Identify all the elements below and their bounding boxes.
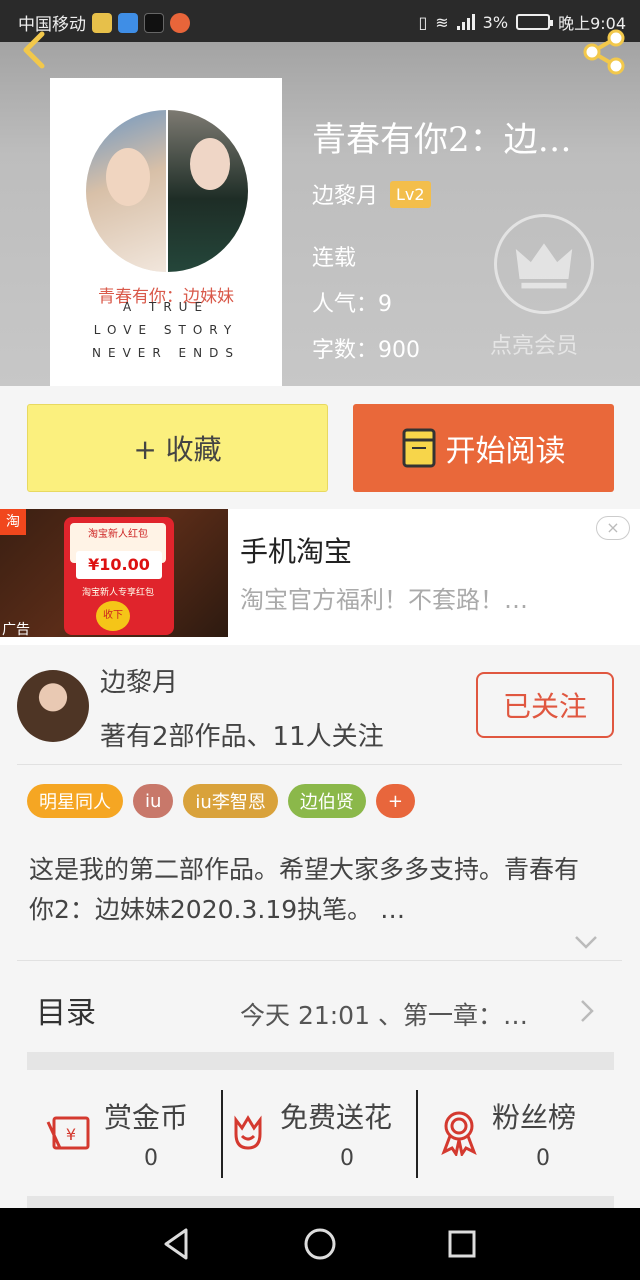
ad-envelope-subtext: 淘宝新人专享红包 <box>81 588 154 598</box>
ad-description[interactable]: 淘宝官方福利！不套路！… <box>240 580 528 615</box>
toc-label[interactable]: 目录 <box>36 988 96 1032</box>
reward-coins-item[interactable]: ¥ 赏金币 0 <box>40 1090 220 1180</box>
divider <box>221 1090 223 1178</box>
cover-tagline: LOVE STORY <box>93 323 239 337</box>
divider <box>17 960 622 961</box>
latest-chapter[interactable]: 今天 21:01 、第一章：… <box>240 996 528 1032</box>
tag-chip[interactable]: iu <box>133 784 174 818</box>
stat-label: 免费送花 <box>280 1101 393 1134</box>
book-title: 青春有你2：边… <box>312 120 572 160</box>
collect-button[interactable]: + 收藏 <box>27 404 328 492</box>
stat-value: 0 <box>144 1146 158 1171</box>
app-notification-icon <box>92 12 112 33</box>
send-flower-item[interactable]: 免费送花 0 <box>226 1090 416 1180</box>
popularity: 人气：9 <box>312 292 392 317</box>
divider <box>416 1090 418 1178</box>
taobao-icon: 淘 <box>0 509 26 535</box>
svg-text:¥: ¥ <box>66 1125 76 1144</box>
app-notification-icon <box>170 12 190 33</box>
ad-label: 广告 <box>2 622 30 637</box>
tag-chip[interactable]: 边伯贤 <box>287 784 366 818</box>
cover-tagline: NEVER ENDS <box>92 346 240 360</box>
tag-list: 明星同人 iu iu李智恩 边伯贤 + <box>27 784 415 818</box>
vip-label[interactable]: 点亮会员 <box>490 328 578 360</box>
battery-icon <box>516 14 554 30</box>
ad-title[interactable]: 手机淘宝 <box>240 530 352 570</box>
status-bar: 中国移动 ▯ ≋ 3% 晚上9:04 <box>0 0 640 42</box>
follow-button[interactable]: 已关注 <box>476 672 614 738</box>
back-arrow-icon[interactable] <box>16 30 56 70</box>
stat-label: 赏金币 <box>104 1101 189 1134</box>
level-badge: Lv2 <box>390 180 431 208</box>
stat-value: 0 <box>340 1146 354 1171</box>
divider <box>17 764 622 765</box>
stat-value: 0 <box>536 1146 550 1171</box>
tag-chip[interactable]: iu李智恩 <box>183 784 278 818</box>
fan-ranking-item[interactable]: 粉丝榜 0 <box>420 1090 620 1180</box>
coin-envelope-icon: ¥ <box>46 1116 90 1150</box>
nav-back-icon[interactable] <box>160 1226 196 1262</box>
network-speed: 3% <box>482 12 509 32</box>
author-avatar[interactable] <box>17 670 89 742</box>
tag-chip[interactable]: 明星同人 <box>27 784 123 818</box>
book-description[interactable]: 这是我的第二部作品。希望大家多多支持。青春有你2：边妹妹2020.3.19执笔。… <box>29 850 599 930</box>
flower-icon <box>234 1115 262 1150</box>
word-count: 字数：900 <box>312 338 420 363</box>
author-card-name[interactable]: 边黎月 <box>100 662 178 699</box>
system-nav-bar <box>0 1208 640 1280</box>
author-name[interactable]: 边黎月 <box>312 178 378 210</box>
serial-status: 连载 <box>312 246 357 271</box>
start-reading-button[interactable]: 开始阅读 <box>353 404 614 492</box>
medal-icon <box>441 1111 477 1156</box>
ad-close-button[interactable]: × <box>596 516 630 540</box>
book-cover[interactable]: 青春有你：边妹妹 A TRUE LOVE STORY NEVER ENDS <box>50 78 282 386</box>
chevron-down-icon[interactable] <box>574 934 598 950</box>
cover-tagline: A TRUE <box>122 300 210 314</box>
book-header: 中国移动 ▯ ≋ 3% 晚上9:04 青春有你：边妹妹 A TRUE LOVE … <box>0 0 640 386</box>
signal-icon <box>456 14 475 30</box>
chevron-right-icon[interactable] <box>578 998 596 1024</box>
app-notification-icon <box>118 12 138 33</box>
section-divider <box>27 1052 614 1070</box>
nav-home-icon[interactable] <box>302 1226 338 1262</box>
start-reading-label: 开始阅读 <box>445 434 566 469</box>
stat-label: 粉丝榜 <box>492 1101 577 1134</box>
share-icon[interactable] <box>580 28 628 76</box>
section-divider <box>27 1196 614 1208</box>
vibrate-icon: ▯ <box>418 12 428 32</box>
author-card-meta: 著有2部作品、11人关注 <box>100 722 384 752</box>
wifi-icon: ≋ <box>435 12 449 32</box>
add-tag-button[interactable]: + <box>375 784 415 818</box>
ad-amount: ¥10.00 <box>76 551 162 579</box>
ad-image[interactable]: 淘宝新人红包 ¥10.00 淘宝新人专享红包 收下 淘 广告 <box>0 509 228 637</box>
nav-recents-icon[interactable] <box>444 1226 480 1262</box>
tiktok-icon <box>144 12 164 33</box>
book-icon <box>402 428 435 468</box>
ad-accept-button[interactable]: 收下 <box>96 601 130 631</box>
vip-crown-icon[interactable] <box>494 214 594 314</box>
